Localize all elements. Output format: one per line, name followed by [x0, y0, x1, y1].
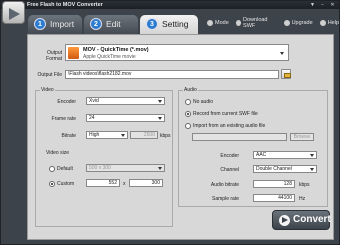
channel-label: Channel [220, 167, 239, 173]
window-title: Free Flash to MOV Converter [27, 2, 103, 8]
menu-mode[interactable]: Mode [207, 17, 229, 29]
record-swf-audio-radio[interactable] [185, 111, 191, 117]
menu-label: Upgrade [291, 20, 313, 26]
browse-folder-button[interactable] [281, 69, 291, 79]
sample-rate-input[interactable]: 44100 [253, 194, 295, 202]
audio-bitrate-input[interactable]: 128 [253, 180, 295, 188]
sample-rate-unit: Hz [299, 196, 306, 202]
convert-button[interactable]: Convert [272, 210, 331, 230]
download-icon [235, 20, 242, 26]
custom-size-radio[interactable] [49, 181, 55, 187]
help-icon [319, 20, 326, 26]
no-audio-label: No audio [193, 99, 214, 105]
menu-download-swf[interactable]: Download SWF [235, 17, 277, 29]
app-window: Free Flash to MOV Converter ▼ − ✕ 1 Impo… [0, 0, 340, 245]
format-description: Apple QuickTime movie [83, 54, 136, 60]
chevron-down-icon [120, 132, 127, 139]
video-group: Video Encoder Xvid Frame rate 24 Bitrate… [35, 87, 173, 227]
step-number: 2 [90, 18, 102, 30]
custom-size-label: Custom [57, 181, 75, 187]
audio-file-input[interactable] [192, 133, 287, 141]
step-number: 1 [34, 18, 46, 30]
mov-format-icon [68, 47, 79, 59]
chevron-down-icon [157, 165, 164, 172]
import-audio-label: Import from an existing audio file [193, 123, 266, 129]
video-bitrate-input[interactable]: 2500 [130, 131, 158, 139]
tab-import[interactable]: 1 Import [28, 15, 82, 34]
video-group-title: Video [40, 87, 55, 93]
convert-label: Convert [293, 214, 331, 225]
size-separator: x [123, 181, 126, 187]
audio-encoder-select[interactable]: AAC [253, 151, 317, 159]
import-audio-radio[interactable] [185, 123, 191, 129]
output-file-label: Output File [37, 72, 62, 78]
tab-label: Import [50, 19, 75, 29]
audio-bitrate-unit: kbps [299, 182, 310, 188]
menu-label: Help [327, 20, 339, 26]
title-bar: Free Flash to MOV Converter ▼ − ✕ [1, 1, 339, 9]
select-value: 500 x 300 [89, 165, 111, 171]
close-button[interactable]: ✕ [329, 2, 336, 8]
chevron-down-icon [309, 152, 316, 159]
audio-encoder-label: Encoder [220, 153, 239, 159]
select-value: AAC [256, 152, 267, 158]
video-encoder-label: Encoder [57, 99, 76, 105]
step-number: 3 [146, 18, 158, 30]
channel-select[interactable]: Double Channel [253, 165, 317, 173]
menu-label: Download SWF [243, 17, 268, 29]
output-format-select[interactable]: MOV - QuickTime (*.mov) Apple QuickTime … [65, 44, 289, 61]
frame-rate-label: Frame rate [51, 116, 76, 122]
select-value: 24 [89, 115, 95, 121]
settings-panel: Output Format MOV - QuickTime (*.mov) Ap… [27, 34, 334, 240]
app-logo [2, 1, 25, 24]
output-file-input[interactable]: \Flash videos\flash2182.mov [65, 70, 279, 79]
audio-group: Audio No audio Record from current SWF f… [178, 87, 328, 207]
tab-label: Edit [106, 19, 121, 29]
select-value: High [89, 132, 100, 138]
tab-edit[interactable]: 2 Edit [84, 15, 138, 34]
video-bitrate-select[interactable]: High [86, 131, 128, 139]
audio-bitrate-label: Audio bitrate [210, 182, 239, 188]
video-encoder-select[interactable]: Xvid [86, 97, 165, 105]
chevron-down-icon [157, 98, 164, 105]
chevron-down-icon [279, 50, 286, 57]
video-bitrate-label: Bitrate [61, 133, 76, 139]
chevron-down-icon [157, 115, 164, 122]
no-audio-radio[interactable] [185, 99, 191, 105]
bitrate-unit: kbps [160, 133, 171, 139]
tab-label: Setting [162, 19, 189, 29]
default-size-label: Default [57, 166, 73, 172]
chevron-down-icon [309, 166, 316, 173]
menu-help[interactable]: Help [319, 17, 339, 29]
select-value: Xvid [89, 98, 99, 104]
menu-upgrade[interactable]: Upgrade [283, 17, 313, 29]
format-name: MOV - QuickTime (*.mov) [83, 47, 149, 53]
menu-dropdown-button[interactable]: ▼ [309, 2, 316, 8]
top-menu: Mode Download SWF Upgrade Help [207, 17, 339, 29]
browse-audio-button[interactable]: Browse [290, 133, 314, 141]
video-size-label: Video size [46, 150, 69, 156]
step-tabs: 1 Import 2 Edit 3 Setting [28, 15, 198, 34]
output-format-label: Output Format [46, 50, 62, 62]
mode-icon [207, 20, 213, 26]
minimize-button[interactable]: − [319, 2, 326, 8]
upgrade-icon [283, 20, 290, 26]
audio-group-title: Audio [183, 87, 198, 93]
frame-rate-select[interactable]: 24 [86, 114, 165, 122]
convert-icon [279, 215, 290, 226]
default-size-radio[interactable] [49, 166, 55, 172]
menu-label: Mode [215, 20, 229, 26]
custom-width-input[interactable]: 552 [86, 179, 120, 187]
select-value: Double Channel [256, 166, 292, 172]
sample-rate-label: Sample rate [212, 196, 239, 202]
record-swf-audio-label: Record from current SWF file [193, 111, 258, 117]
tab-setting[interactable]: 3 Setting [140, 15, 198, 34]
custom-height-input[interactable]: 300 [129, 179, 163, 187]
default-size-select[interactable]: 500 x 300 [86, 164, 165, 172]
